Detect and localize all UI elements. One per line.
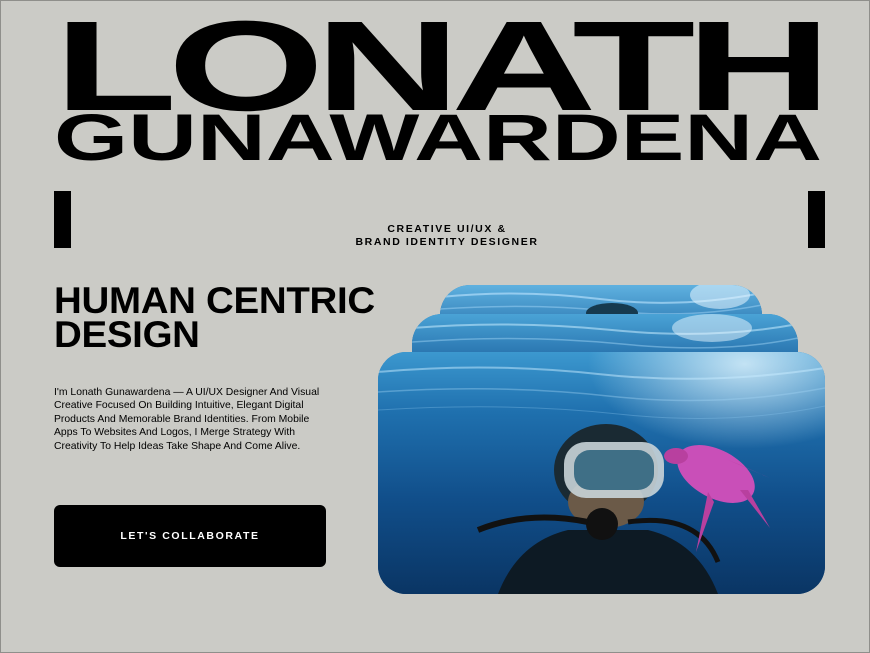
tagline: CREATIVE UI/UX & BRAND IDENTITY DESIGNER [320,223,574,249]
headline: HUMAN CENTRIC DESIGN [54,280,428,355]
hero-name-svg: LONATH GUNAWARDENA [54,14,822,164]
decorative-bar-left [54,191,71,248]
bio-text: I'm Lonath Gunawardena — A UI/UX Designe… [54,387,320,452]
headline-line-1: HUMAN CENTRIC [54,280,375,321]
diver-photo [378,352,825,594]
photo-card-front [378,352,825,594]
collaborate-button[interactable]: LET'S COLLABORATE [54,505,326,567]
headline-line-2: DESIGN [54,314,200,355]
tagline-line-1: CREATIVE UI/UX & [387,223,507,235]
hero-name: LONATH GUNAWARDENA [54,14,822,164]
decorative-bar-right [808,191,825,248]
tagline-line-2: BRAND IDENTITY DESIGNER [355,236,539,248]
hero-last-name: GUNAWARDENA [54,100,822,164]
